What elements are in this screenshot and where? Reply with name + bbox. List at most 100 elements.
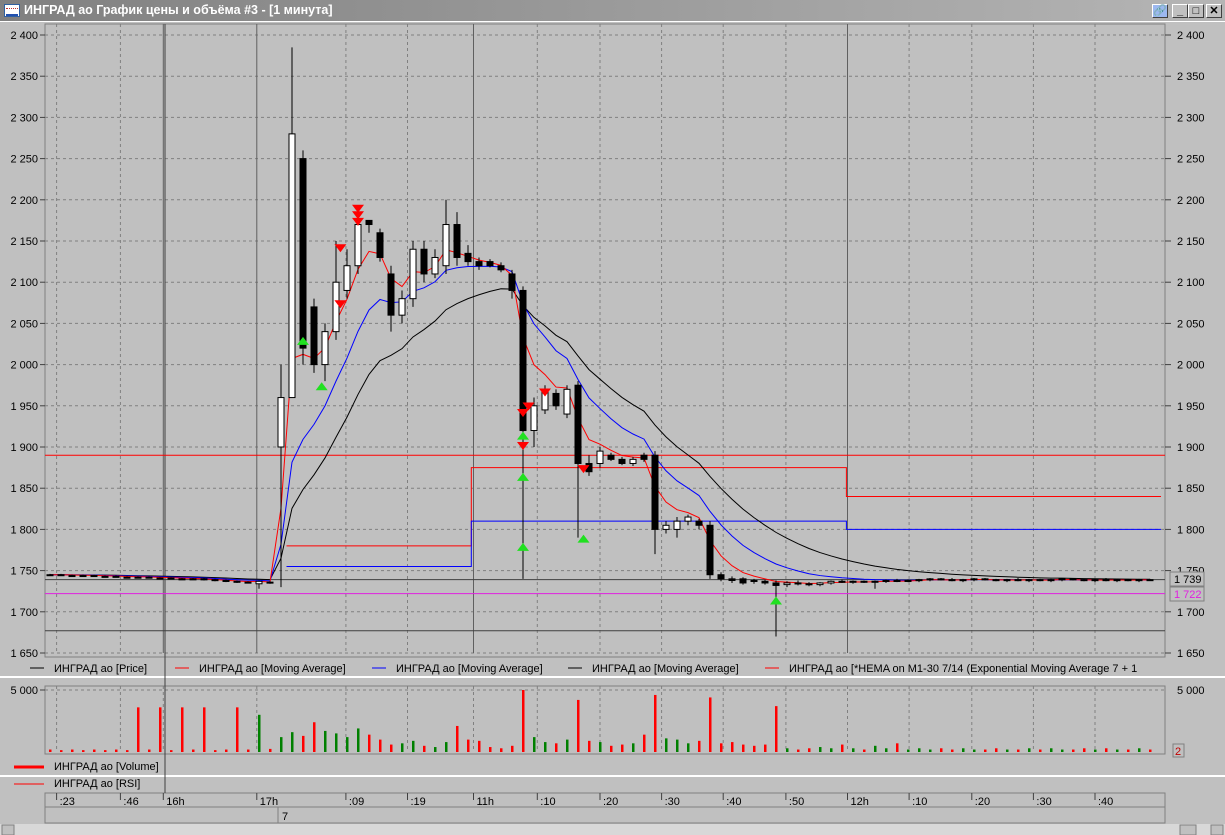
date-label: 7 <box>282 811 288 823</box>
volume-bar <box>907 749 910 752</box>
volume-bar <box>247 749 250 752</box>
scroll-left-button[interactable] <box>1 824 15 835</box>
volume-bar <box>676 739 679 752</box>
candle-body <box>288 133 296 399</box>
candle-body <box>310 306 318 366</box>
volume-bar <box>665 738 668 752</box>
volume-bar <box>159 707 162 752</box>
time-tick-label: :20 <box>603 796 618 808</box>
volume-bar <box>973 749 976 752</box>
candle-body <box>167 577 175 580</box>
volume-bar <box>313 722 316 752</box>
chart-frames <box>0 23 1225 824</box>
price-plot-area <box>44 23 1166 658</box>
volume-bar <box>104 750 107 752</box>
volume-bar <box>720 743 723 752</box>
volume-bar <box>82 750 85 752</box>
candle-body <box>321 331 329 366</box>
legend-label: ИНГРАД ао [Moving Average] <box>592 663 739 675</box>
legend-label: ИНГРАД ао [*HEMA on M1-30 7/14 (Exponent… <box>789 663 1137 675</box>
volume-bar <box>324 730 327 752</box>
y-tick-label-left: 2 300 <box>10 112 38 124</box>
candle-body <box>277 397 285 448</box>
volume-bar <box>170 750 173 752</box>
y-tick-label-left: 2 100 <box>10 277 38 289</box>
y-tick-label-left: 1 750 <box>10 566 38 578</box>
candle-body <box>761 580 769 584</box>
volume-bar <box>71 749 74 752</box>
candle-body <box>816 582 824 586</box>
volume-bar <box>379 739 382 752</box>
candle-body <box>794 582 802 585</box>
volume-bar <box>291 732 294 752</box>
candle-body <box>673 520 681 530</box>
candle-body <box>706 524 714 576</box>
y-tick-label-right: 2 200 <box>1177 195 1205 207</box>
candle-body <box>442 224 450 267</box>
volume-bar <box>280 737 283 752</box>
volume-bar <box>1127 749 1130 752</box>
y-tick-label-right: 2 350 <box>1177 71 1205 83</box>
candle-body <box>618 458 626 464</box>
candle-body <box>640 454 648 460</box>
candle-body <box>1113 579 1121 582</box>
volume-bar <box>1061 749 1064 752</box>
time-tick-label: :10 <box>540 796 555 808</box>
legend-label: ИНГРАД ао [Price] <box>54 663 147 675</box>
y-tick-label-left: 2 000 <box>10 360 38 372</box>
y-tick-label-left: 2 250 <box>10 154 38 166</box>
y-tick-label-left: 1 700 <box>10 607 38 619</box>
volume-bar <box>896 743 899 752</box>
candle-body <box>299 158 307 349</box>
volume-bar <box>368 734 371 752</box>
candle-body <box>574 384 582 464</box>
candle-body <box>1124 579 1132 582</box>
candle-body <box>849 580 857 583</box>
candle-body <box>90 575 98 578</box>
time-tick-label: 12h <box>851 796 869 808</box>
y-tick-label-left: 2 150 <box>10 236 38 248</box>
volume-legend-label[interactable]: ИНГРАД ао [Volume] <box>54 761 159 773</box>
candle-body <box>882 579 890 582</box>
volume-bar <box>225 749 228 752</box>
volume-bar <box>203 707 206 752</box>
candle-body <box>453 224 461 258</box>
volume-bar <box>533 737 536 752</box>
scroll-thumb[interactable] <box>1179 824 1197 835</box>
candle-body <box>233 580 241 583</box>
horizontal-scrollbar[interactable] <box>0 824 1225 835</box>
candle-body <box>497 265 505 271</box>
candle-body <box>1036 579 1044 582</box>
volume-bar <box>1028 748 1031 752</box>
candle-body <box>266 581 274 584</box>
volume-bar <box>621 744 624 752</box>
candle-body <box>112 575 120 578</box>
volume-bar <box>1149 749 1152 752</box>
y-tick-label-right: 1 900 <box>1177 442 1205 454</box>
candle-body <box>222 579 230 582</box>
candle-body <box>420 248 428 275</box>
volume-bar <box>258 714 261 752</box>
scroll-right-button[interactable] <box>1210 824 1224 835</box>
candle-body <box>915 579 923 582</box>
candle-body <box>475 261 483 267</box>
legend-label: ИНГРАД ао [Moving Average] <box>199 663 346 675</box>
y-tick-label-left: 1 650 <box>10 648 38 660</box>
volume-bar <box>863 749 866 752</box>
volume-bar <box>126 750 129 752</box>
volume-bar <box>566 739 569 752</box>
volume-bar <box>654 694 657 752</box>
volume-bar <box>236 707 239 752</box>
volume-bar <box>1083 748 1086 752</box>
rsi-legend-label[interactable]: ИНГРАД ао [RSI] <box>54 778 140 790</box>
candle-body <box>662 524 670 530</box>
y-tick-label-left: 2 050 <box>10 318 38 330</box>
time-tick-label: :40 <box>1098 796 1113 808</box>
volume-bar <box>797 749 800 752</box>
volume-bar <box>49 749 52 752</box>
volume-bar <box>632 743 635 752</box>
volume-bar <box>302 735 305 752</box>
price-volume-chart[interactable]: 2 400 2 400 2 350 2 350 2 300 2 300 2 250 2 250… <box>0 0 1225 835</box>
y-tick-label-right: 1 650 <box>1177 648 1205 660</box>
volume-bar <box>742 744 745 752</box>
